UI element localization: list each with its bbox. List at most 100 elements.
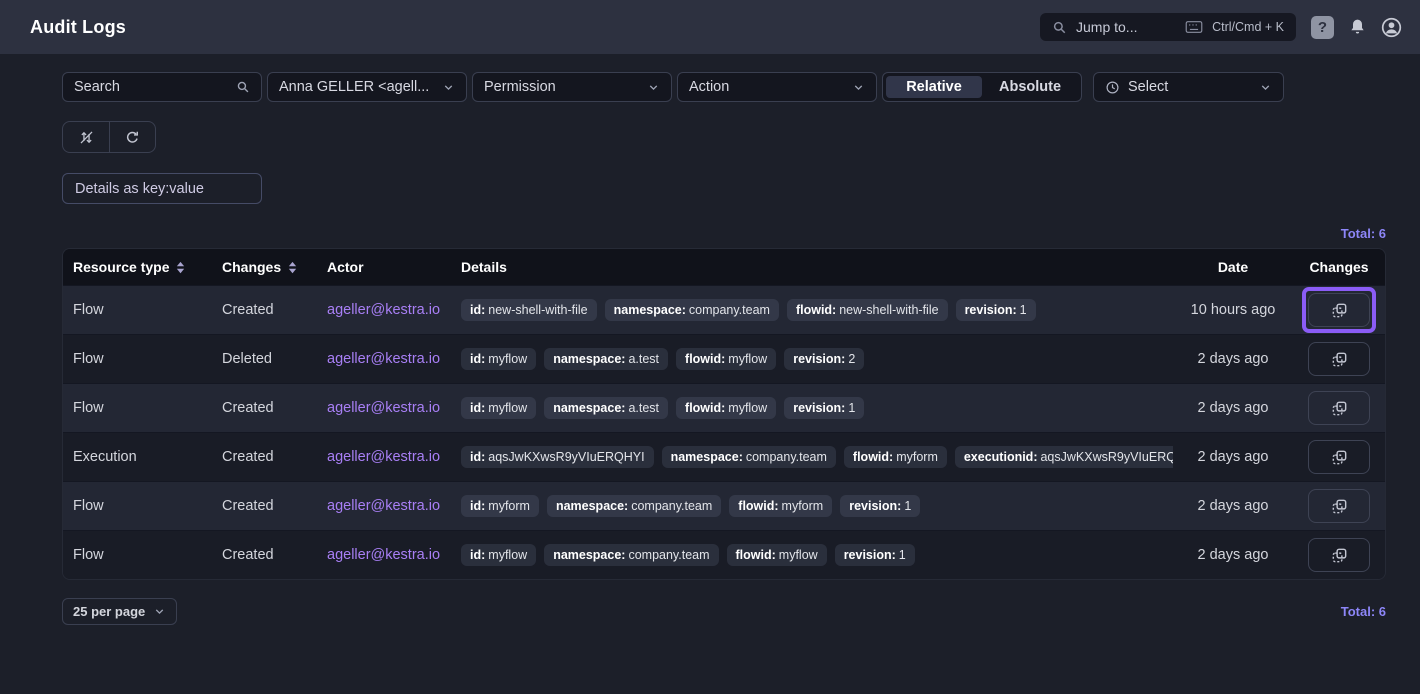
refresh-button[interactable] (109, 122, 155, 152)
detail-badge: namespace:company.team (605, 299, 779, 321)
details-cell: id:myflownamespace:a.testflowid:myflowre… (461, 397, 1163, 419)
permission-filter-dropdown[interactable]: Permission (472, 72, 672, 102)
absolute-toggle[interactable]: Absolute (982, 76, 1078, 98)
shortcut-hint: Ctrl/Cmd + K (1212, 20, 1284, 34)
table-row[interactable]: Flow Deleted ageller@kestra.io id:myflow… (63, 334, 1385, 383)
details-cell: id:myformnamespace:company.teamflowid:my… (461, 495, 1163, 517)
per-page-dropdown[interactable]: 25 per page (62, 598, 177, 625)
detail-badge: flowid:myform (844, 446, 947, 468)
diff-icon (1330, 350, 1349, 369)
pagination-bar: 25 per page Total: 6 (62, 598, 1386, 625)
actor-link[interactable]: ageller@kestra.io (327, 498, 440, 514)
date-cell: 2 days ago (1173, 547, 1293, 563)
table-row[interactable]: Flow Created ageller@kestra.io id:myflow… (63, 530, 1385, 579)
details-cell: id:myflow namespace:company.team flowid:my… (461, 544, 1163, 566)
diff-icon (1330, 497, 1349, 516)
date-cell: 2 days ago (1173, 449, 1293, 465)
action-filter-label: Action (689, 79, 844, 95)
jump-to-search[interactable]: Jump to... Ctrl/Cmd + K (1040, 13, 1296, 41)
relative-toggle[interactable]: Relative (886, 76, 982, 98)
details-cell: id:myflownamespace:a.testflowid:myflowre… (461, 348, 1163, 370)
detail-badge: namespace:a.test (544, 397, 668, 419)
detail-badge: id:myflow (461, 544, 536, 566)
actor-link[interactable]: ageller@kestra.io (327, 351, 440, 367)
detail-badge: revision:1 (956, 299, 1036, 321)
resource-type-cell: Flow (63, 351, 212, 367)
header-actor: Actor (317, 259, 451, 275)
detail-badge: namespace:company.team (544, 544, 718, 566)
chevron-down-icon (442, 81, 455, 94)
view-changes-button[interactable] (1308, 293, 1370, 327)
topbar: Audit Logs Jump to... Ctrl/Cmd + K ? (0, 0, 1420, 54)
table-row[interactable]: Flow Created ageller@kestra.io id:new-sh… (63, 285, 1385, 334)
page-title: Audit Logs (30, 17, 126, 38)
chevron-down-icon (647, 81, 660, 94)
clear-sort-button[interactable] (63, 122, 109, 152)
view-changes-button[interactable] (1308, 391, 1370, 425)
search-icon (1052, 20, 1067, 35)
changes-button-highlight (1302, 532, 1376, 578)
detail-badge: revision:1 (784, 397, 864, 419)
detail-badge: namespace:company.team (547, 495, 721, 517)
actor-link[interactable]: ageller@kestra.io (327, 449, 440, 465)
resource-type-cell: Execution (63, 449, 212, 465)
detail-badge: executionid:aqsJwKXwsR9yVIuERQHYI (955, 446, 1173, 468)
filters-bar: Search Anna GELLER <agell... Permission … (62, 72, 1386, 102)
actor-link[interactable]: ageller@kestra.io (327, 547, 440, 563)
detail-badge: revision:2 (784, 348, 864, 370)
jump-to-label: Jump to... (1076, 19, 1137, 35)
diff-icon (1330, 399, 1349, 418)
header-resource-type[interactable]: Resource type (63, 259, 212, 275)
search-input[interactable]: Search (62, 72, 262, 102)
detail-badge: id:myflow (461, 348, 536, 370)
sort-off-icon (78, 129, 95, 146)
resource-type-cell: Flow (63, 400, 212, 416)
per-page-label: 25 per page (73, 604, 145, 619)
user-filter-dropdown[interactable]: Anna GELLER <agell... (267, 72, 467, 102)
search-icon (236, 80, 250, 94)
user-avatar-icon (1381, 17, 1402, 38)
change-type-cell: Created (212, 547, 317, 563)
details-filter-input[interactable]: Details as key:value (62, 173, 262, 204)
view-changes-button[interactable] (1308, 342, 1370, 376)
table-row[interactable]: Execution Created ageller@kestra.io id:a… (63, 432, 1385, 481)
action-filter-dropdown[interactable]: Action (677, 72, 877, 102)
changes-button-highlight (1302, 434, 1376, 480)
diff-icon (1330, 546, 1349, 565)
detail-badge: id:aqsJwKXwsR9yVIuERQHYI (461, 446, 654, 468)
table-row[interactable]: Flow Created ageller@kestra.io id:myform… (63, 481, 1385, 530)
details-cell: id:aqsJwKXwsR9yVIuERQHYInamespace:compan… (461, 446, 1163, 468)
view-changes-button[interactable] (1308, 440, 1370, 474)
changes-button-highlight (1302, 385, 1376, 431)
detail-badge: flowid:myflow (676, 397, 776, 419)
detail-badge: flowid:myflow (676, 348, 776, 370)
diff-icon (1330, 448, 1349, 467)
diff-icon (1330, 301, 1349, 320)
total-count-top: Total: 6 (62, 226, 1386, 241)
resource-type-cell: Flow (63, 302, 212, 318)
header-changes[interactable]: Changes (212, 259, 317, 275)
total-count-bottom: Total: 6 (1341, 604, 1386, 619)
details-cell: id:new-shell-with-file namespace:company.… (461, 299, 1163, 321)
view-changes-button[interactable] (1308, 489, 1370, 523)
view-changes-button[interactable] (1308, 538, 1370, 572)
table-row[interactable]: Flow Created ageller@kestra.io id:myflow… (63, 383, 1385, 432)
detail-badge: flowid:myflow (727, 544, 827, 566)
detail-badge: id:new-shell-with-file (461, 299, 597, 321)
changes-button-highlight (1302, 483, 1376, 529)
resource-type-cell: Flow (63, 498, 212, 514)
sort-icon[interactable] (175, 261, 186, 274)
actor-link[interactable]: ageller@kestra.io (327, 302, 440, 318)
date-cell: 2 days ago (1173, 498, 1293, 514)
actor-link[interactable]: ageller@kestra.io (327, 400, 440, 416)
user-filter-value: Anna GELLER <agell... (279, 79, 434, 95)
time-mode-toggle: Relative Absolute (882, 72, 1082, 102)
change-type-cell: Deleted (212, 351, 317, 367)
help-button[interactable]: ? (1311, 16, 1334, 39)
table-actions-group (62, 121, 156, 153)
user-menu-button[interactable] (1381, 17, 1402, 38)
date-range-dropdown[interactable]: Select (1093, 72, 1284, 102)
notifications-button[interactable] (1349, 18, 1366, 36)
table-header-row: Resource type Changes Actor (63, 249, 1385, 285)
sort-icon[interactable] (287, 261, 298, 274)
